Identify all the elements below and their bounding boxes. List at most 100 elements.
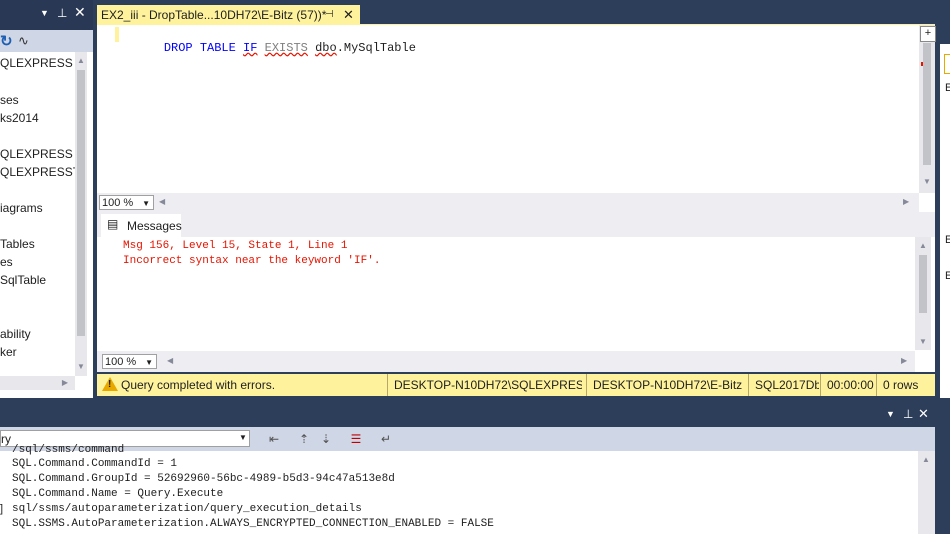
explorer-tree: QLEXPRESS (S ses ks2014 QLEXPRESS QLEXPR…	[0, 52, 75, 376]
messages-vscrollbar[interactable]: ▲ ▼	[915, 237, 931, 350]
find-message-icon[interactable]: ⇤	[266, 431, 282, 447]
scroll-down-icon[interactable]: ▼	[922, 177, 932, 187]
scroll-up-icon[interactable]: ▲	[921, 455, 931, 465]
close-icon[interactable]: ✕	[74, 4, 86, 21]
message-line-1: Msg 156, Level 15, State 1, Line 1	[123, 240, 348, 252]
status-message: Query completed with errors.	[121, 378, 276, 392]
query-editor[interactable]: DROP TABLE IF EXISTS dbo.MySqlTable + ▼ …	[97, 25, 936, 212]
output-line: SQL.Command.CommandId = 1	[12, 458, 178, 470]
collapse-marker: ]	[0, 503, 4, 515]
output-line: SQL.Command.GroupId = 52692960-56bc-4989…	[12, 473, 395, 485]
right-panel-field[interactable]	[944, 54, 950, 74]
keyword-if: IF	[243, 41, 258, 55]
tab-messages-label: Messages	[127, 219, 182, 233]
pin-icon[interactable]: ⊣	[325, 5, 334, 25]
scroll-up-icon[interactable]: ▲	[918, 241, 928, 251]
scroll-thumb[interactable]	[919, 255, 927, 313]
property-label: E	[945, 234, 950, 246]
zoom-value: 100 %	[102, 197, 134, 209]
scroll-down-icon[interactable]: ▼	[75, 362, 87, 372]
status-rows: 0 rows	[876, 374, 935, 396]
tree-node-tables-sub[interactable]: es	[0, 255, 13, 269]
clear-all-icon[interactable]: ☰	[348, 431, 364, 447]
tab-messages[interactable]: ▤ Messages	[101, 214, 182, 237]
dropdown-icon[interactable]: ▼	[886, 409, 895, 419]
zoom-value: 100 %	[105, 356, 137, 368]
dropdown-icon[interactable]: ▼	[40, 8, 49, 18]
tree-node-diagrams[interactable]: iagrams	[0, 201, 43, 215]
messages-icon: ▤	[107, 217, 119, 231]
next-message-icon[interactable]: ⇣	[318, 431, 334, 447]
tree-node-sqlexpress-db[interactable]: QLEXPRESS	[0, 147, 73, 161]
scroll-right-icon[interactable]: ▶	[60, 378, 70, 388]
output-toolbar: ry ▼ ⇤ ⇡ ⇣ ☰ ↵	[0, 427, 935, 451]
close-icon[interactable]: ✕	[918, 406, 929, 422]
output-line: sql/ssms/autoparameterization/query_exec…	[12, 503, 362, 515]
right-panel-header	[940, 0, 950, 44]
tree-node-adventureworks[interactable]: ks2014	[0, 111, 39, 125]
tree-node-profiler[interactable]: ker	[0, 345, 17, 359]
warning-mark: !	[108, 379, 112, 390]
chevron-down-icon: ▼	[142, 199, 150, 208]
results-tabbar: ▤ Messages	[97, 212, 935, 237]
output-line: SQL.Command.Name = Query.Execute	[12, 488, 224, 500]
scroll-thumb[interactable]	[923, 43, 931, 165]
editor-zoom-select[interactable]: 100 % ▼	[99, 195, 154, 210]
editor-tab[interactable]: EX2_iii - DropTable...10DH72\E-Bitz (57)…	[97, 5, 360, 25]
keyword-exists: EXISTS	[264, 41, 308, 55]
tree-node-sqlexpress-test[interactable]: QLEXPRESSTe	[0, 165, 75, 179]
scroll-left-icon[interactable]: ◀	[159, 197, 165, 207]
output-vscrollbar[interactable]: ▲	[918, 451, 935, 534]
schema-name: dbo	[315, 41, 337, 55]
refresh-icon[interactable]: ↻	[0, 32, 13, 50]
scroll-thumb[interactable]	[77, 70, 85, 336]
editor-vscrollbar[interactable]: + ▼	[919, 25, 936, 193]
messages-bottom-bar: 100 % ▼ ◀ ▶	[97, 351, 915, 372]
tree-node-mysqltable[interactable]: SqlTable	[0, 273, 46, 287]
explorer-toolbar: ↻ ∿	[0, 30, 93, 52]
output-line: /sql/ssms/command	[12, 444, 125, 456]
split-icon[interactable]: +	[920, 26, 936, 42]
tree-node-server[interactable]: QLEXPRESS (S	[0, 56, 75, 70]
tree-node-databases[interactable]: ses	[0, 93, 19, 107]
status-user: DESKTOP-N10DH72\E-Bitz...	[586, 374, 743, 396]
status-elapsed: 00:00:00	[820, 374, 879, 396]
output-pane: /sql/ssms/command SQL.Command.CommandId …	[0, 444, 935, 534]
scroll-right-icon[interactable]: ▶	[901, 356, 907, 366]
activity-monitor-icon[interactable]: ∿	[18, 33, 29, 49]
output-source-value: ry	[1, 432, 11, 446]
chevron-down-icon: ▼	[145, 358, 153, 367]
status-server: DESKTOP-N10DH72\SQLEXPRESS ...	[387, 374, 582, 396]
scroll-right-icon[interactable]: ▶	[903, 197, 909, 207]
property-label: E	[945, 82, 950, 94]
right-panel: E E E	[940, 0, 950, 398]
message-line-2: Incorrect syntax near the keyword 'IF'.	[123, 255, 381, 267]
table-name: .MySqlTable	[336, 41, 416, 55]
messages-zoom-select[interactable]: 100 % ▼	[102, 354, 157, 369]
keyword-table: TABLE	[199, 41, 236, 55]
scroll-up-icon[interactable]: ▲	[75, 56, 87, 66]
previous-message-icon[interactable]: ⇡	[296, 431, 312, 447]
pin-icon[interactable]: ⊥	[903, 407, 913, 421]
pin-icon[interactable]: ⊥	[57, 6, 67, 20]
output-titlebar: ▼ ⊥ ✕	[0, 403, 935, 427]
chevron-down-icon: ▼	[239, 433, 247, 442]
explorer-vscrollbar[interactable]: ▲ ▼	[75, 52, 87, 376]
explorer-hscrollbar[interactable]: ▶	[0, 376, 75, 390]
status-database: SQL2017Db	[748, 374, 819, 396]
tab-title: EX2_iii - DropTable...10DH72\E-Bitz (57)…	[101, 8, 327, 22]
sql-line-1[interactable]: DROP TABLE IF EXISTS dbo.MySqlTable	[135, 27, 416, 69]
change-marker	[115, 27, 119, 42]
close-icon[interactable]: ✕	[343, 5, 354, 25]
explorer-titlebar: ▼ ⊥ ✕	[0, 0, 93, 30]
property-label: E	[945, 270, 950, 282]
scroll-left-icon[interactable]: ◀	[167, 356, 173, 366]
editor-bottom-bar: 100 % ▼ ◀ ▶	[97, 193, 919, 212]
keyword-drop: DROP	[163, 41, 193, 55]
object-explorer-panel: ▼ ⊥ ✕ ↻ ∿ QLEXPRESS (S ses ks2014 QLEXPR…	[0, 0, 93, 398]
word-wrap-icon[interactable]: ↵	[378, 431, 394, 447]
tree-node-availability[interactable]: ability	[0, 327, 31, 341]
scroll-down-icon[interactable]: ▼	[918, 337, 928, 347]
tree-node-tables[interactable]: Tables	[0, 237, 35, 251]
query-status-bar: ! Query completed with errors. DESKTOP-N…	[97, 374, 935, 396]
